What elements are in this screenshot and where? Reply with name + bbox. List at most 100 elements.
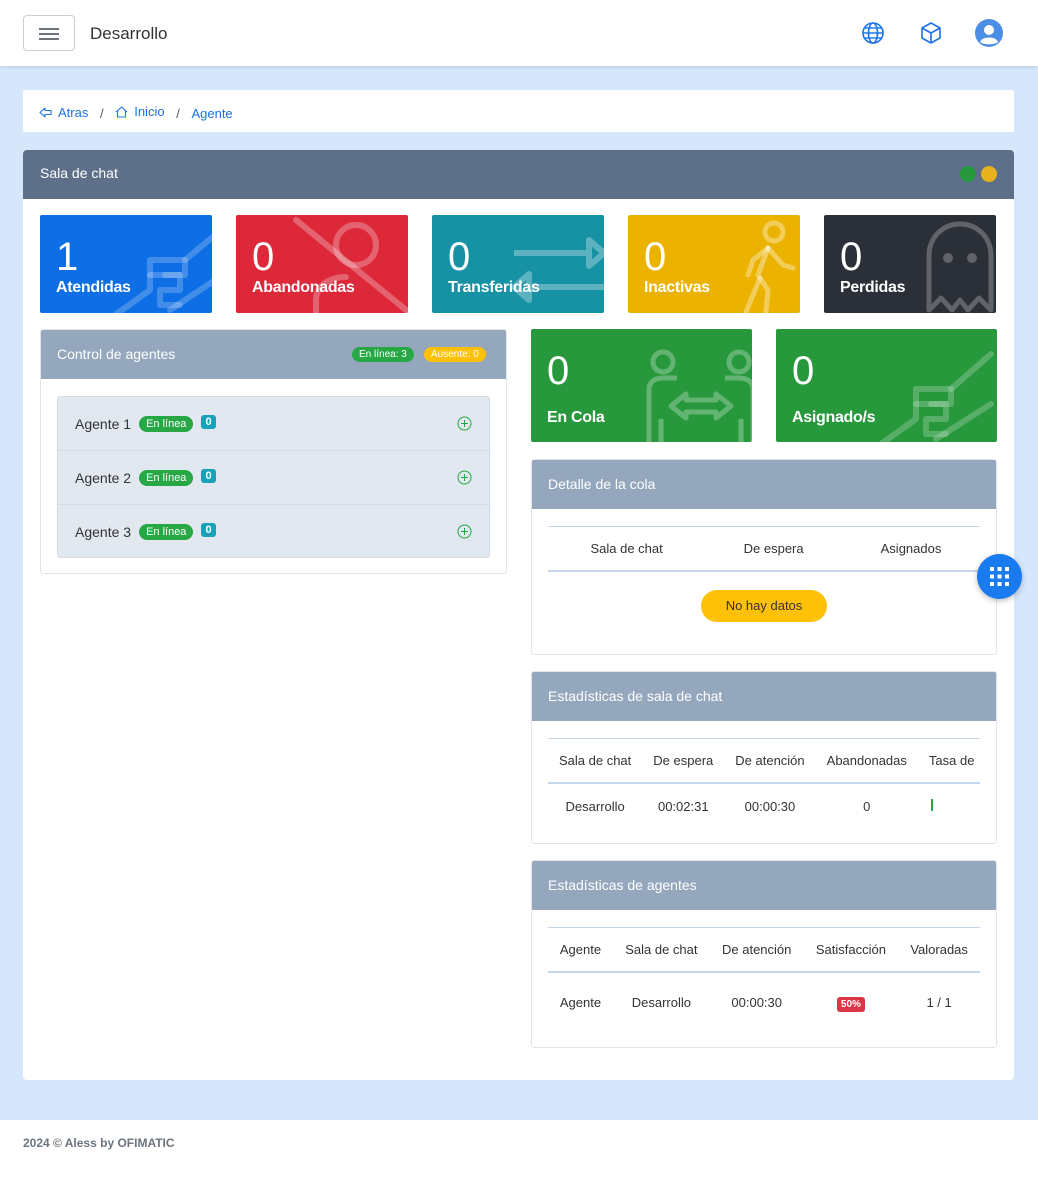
menu-icon-line — [39, 38, 59, 40]
table-cell: Agente — [559, 994, 602, 1010]
table-cell: 00:00:30 — [744, 798, 796, 814]
plus-circle-icon[interactable] — [457, 524, 472, 539]
stat-label: En Cola — [547, 409, 605, 426]
user-slash-icon — [293, 217, 408, 313]
stat-value: 0 — [792, 349, 815, 393]
no-data-badge: No hay datos — [701, 590, 827, 622]
menu-toggle-button[interactable] — [23, 15, 75, 51]
stat-value: 0 — [840, 235, 863, 279]
table-cell: Desarrollo — [631, 994, 691, 1010]
breadcrumb-back-label: Atras — [58, 104, 89, 120]
agent-status-badge: En línea — [139, 524, 194, 540]
cube-icon[interactable] — [917, 19, 945, 47]
agent-stats-panel: Estadísticas de agentes Agente Sala de c… — [531, 860, 997, 1048]
breadcrumb-current[interactable]: Agente — [191, 106, 232, 121]
agent-name: Agente 2 — [75, 469, 132, 486]
stat-label: Perdidas — [840, 279, 906, 296]
breadcrumb-separator: / — [176, 105, 180, 121]
agent-count-badge: 0 — [201, 468, 216, 483]
agent-stats-header: Estadísticas de agentes — [532, 861, 996, 910]
table-header-row: Sala de chat De espera De atención Aband… — [548, 738, 980, 784]
agent-status-badge: En línea — [139, 415, 194, 432]
status-dot-green — [960, 166, 976, 182]
stat-atendidas: 1 Atendidas — [40, 215, 212, 313]
table-header-row: Agente Sala de chat De atención Satisfac… — [548, 927, 980, 973]
walking-icon — [743, 220, 796, 313]
plus-circle-icon[interactable] — [457, 416, 472, 431]
chat-room-title: Sala de chat — [40, 165, 118, 181]
satisfaction-badge: 50% — [836, 996, 865, 1012]
ghost-icon — [926, 221, 994, 313]
agent-count-badge: 0 — [201, 523, 216, 537]
column-header[interactable]: Satisfacción — [803, 927, 899, 973]
people-arrows-icon — [646, 349, 752, 442]
breadcrumb-home-label: Inicio — [134, 104, 165, 119]
stat-value: 0 — [547, 349, 570, 393]
menu-icon-line — [39, 33, 59, 35]
agent-row[interactable]: Agente 3 En línea 0 — [58, 505, 489, 559]
column-header[interactable]: De espera — [705, 526, 843, 572]
table-cell: 0 — [863, 798, 871, 814]
table-row: Desarrollo 00:02:31 00:00:30 0 — [548, 783, 980, 829]
back-arrow-icon — [39, 106, 52, 118]
globe-icon[interactable] — [859, 19, 887, 47]
agent-status-badge: En línea — [139, 469, 194, 486]
breadcrumb: Atras / Inicio / Agente — [23, 90, 1014, 132]
room-stats-header: Estadísticas de sala de chat — [532, 672, 996, 721]
queue-detail-table: Sala de chat De espera Asignados — [548, 526, 980, 572]
stat-value: 0 — [252, 235, 275, 279]
apps-grid-button[interactable] — [977, 554, 1022, 599]
column-header[interactable]: Sala de chat — [548, 738, 643, 784]
grid-icon — [990, 567, 1009, 586]
stat-asignados: 0 Asignado/s — [776, 329, 997, 442]
chat-room-card: Sala de chat 1 Atendidas 0 Abandonadas 0… — [23, 150, 1014, 1080]
agents-list: Agente 1 En línea 0 Agente 2 En línea 0 … — [57, 396, 490, 558]
column-header[interactable]: Tasa de — [917, 738, 980, 784]
stat-label: Atendidas — [56, 279, 131, 296]
table-cell: 00:00:30 — [731, 994, 782, 1010]
column-header[interactable]: Valoradas — [898, 927, 980, 973]
footer-text: 2024 © Aless by OFIMATIC — [23, 1136, 175, 1150]
table-cell — [918, 783, 980, 829]
stat-transferidas: 0 Transferidas — [432, 215, 604, 313]
stat-abandonadas: 0 Abandonadas — [236, 215, 408, 313]
table-row: Agente Desarrollo 00:00:30 50% 1 / 1 — [548, 972, 980, 1032]
column-header[interactable]: Sala de chat — [612, 927, 710, 973]
plus-circle-icon[interactable] — [457, 470, 472, 485]
exchange-icon — [511, 237, 604, 303]
stat-inactivas: 0 Inactivas — [628, 215, 800, 313]
breadcrumb-back-link[interactable]: Atras — [39, 105, 88, 120]
column-header[interactable]: Asignados — [842, 526, 980, 572]
stat-value: 1 — [56, 235, 79, 279]
breadcrumb-home-link[interactable]: Inicio — [115, 104, 165, 119]
stat-en-cola: 0 En Cola — [531, 329, 752, 442]
agents-control-title: Control de agentes — [57, 346, 176, 362]
column-header[interactable]: Abandonadas — [815, 738, 918, 784]
breadcrumb-separator: / — [99, 105, 104, 121]
table-cell: 00:02:31 — [657, 798, 709, 814]
app-title: Desarrollo — [90, 24, 168, 43]
agent-stats-table: Agente Sala de chat De atención Satisfac… — [548, 927, 980, 1032]
stat-label: Inactivas — [644, 279, 710, 296]
menu-icon — [39, 28, 59, 30]
stat-label: Abandonadas — [252, 279, 355, 296]
table-header-row: Sala de chat De espera Asignados — [548, 526, 980, 572]
column-header[interactable]: De espera — [642, 738, 725, 784]
handshake-icon — [878, 351, 994, 442]
agent-count-badge: 0 — [201, 414, 216, 429]
agent-row[interactable]: Agente 1 En línea 0 — [58, 397, 489, 451]
column-header[interactable]: Agente — [548, 927, 613, 973]
agent-row[interactable]: Agente 2 En línea 0 — [58, 451, 489, 505]
queue-detail-panel: Detalle de la cola Sala de chat De esper… — [531, 459, 997, 655]
room-stats-table[interactable]: Sala de chat De espera De atención Aband… — [548, 738, 980, 829]
stat-value: 0 — [644, 235, 667, 279]
column-header[interactable]: De atención — [709, 927, 804, 973]
table-cell: Desarrollo — [565, 798, 625, 814]
chat-room-header: Sala de chat — [23, 150, 1014, 199]
user-icon[interactable] — [975, 19, 1003, 47]
away-count-badge: Ausente: 0 — [424, 347, 486, 362]
rate-bar — [930, 798, 933, 811]
column-header[interactable]: De atención — [724, 738, 816, 784]
agent-name: Agente 3 — [75, 524, 132, 540]
column-header[interactable]: Sala de chat — [548, 526, 706, 572]
